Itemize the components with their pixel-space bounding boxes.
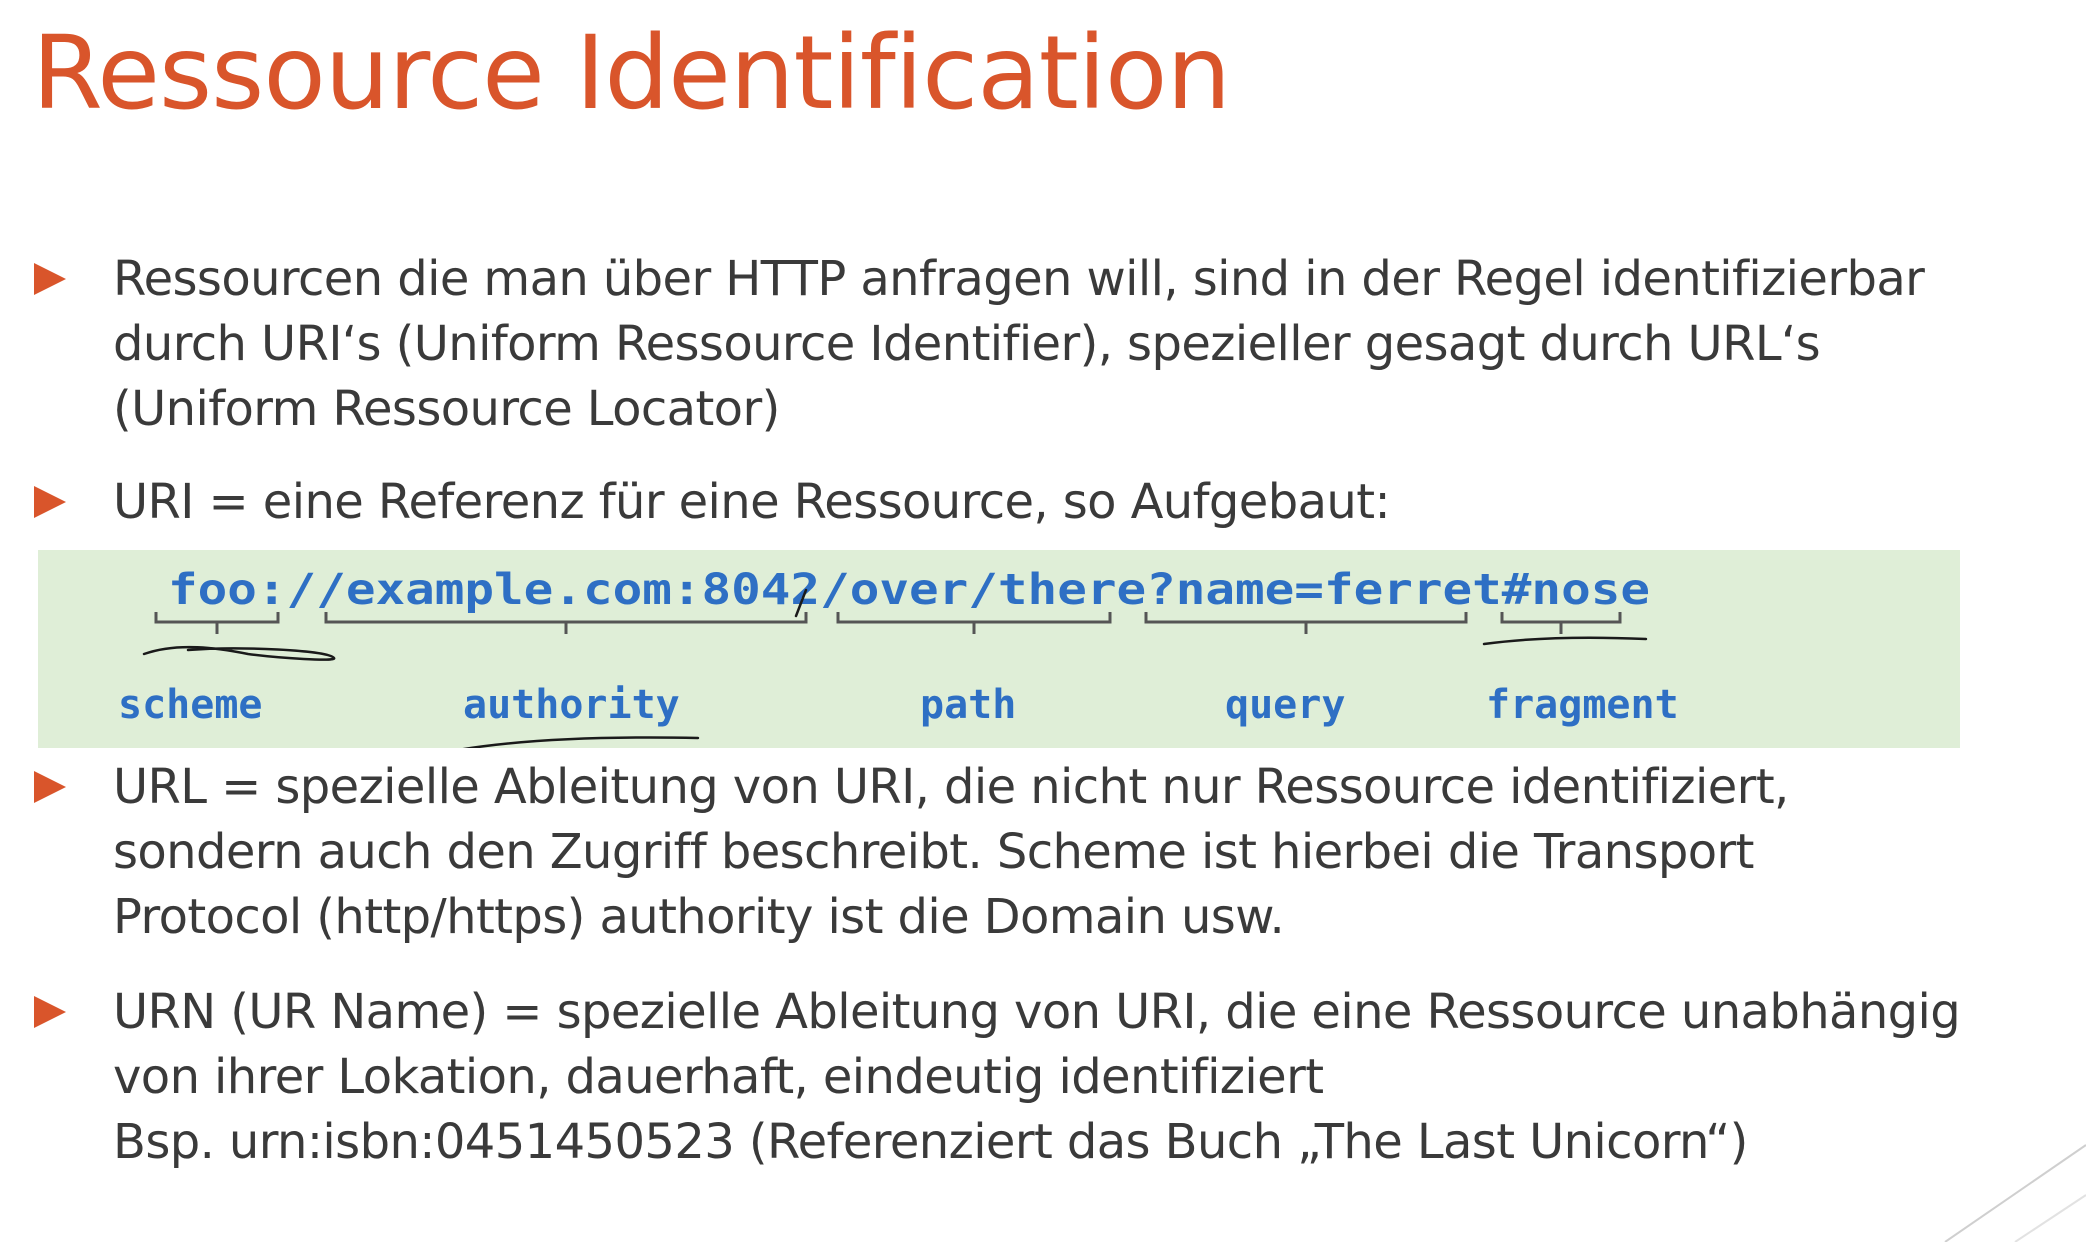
bullet-line: sondern auch den Zugriff beschreibt. Sch…: [113, 824, 1754, 880]
bullet-text: Ressourcen die man über HTTP anfragen wi…: [113, 247, 1925, 442]
bracket-query: [1144, 612, 1468, 634]
uri-diagram-svg: foo://example.com:8042/over/there?name=f…: [118, 565, 1679, 748]
decorative-corner-lines: [1944, 1144, 2086, 1242]
bullet-arrow-icon: [34, 263, 66, 295]
handwritten-underline-scheme: [142, 645, 336, 661]
uri-part-label: authority: [463, 682, 680, 728]
bullet-line: durch URI‘s (Uniform Ressource Identifie…: [113, 316, 1821, 372]
bracket-fragment: [1500, 612, 1622, 634]
bullet-arrow-icon: [34, 486, 66, 518]
uri-part-label: scheme: [118, 682, 263, 728]
bullet-line: Protocol (http/https) authority ist die …: [113, 889, 1285, 945]
bullet-line: URI = eine Referenz für eine Ressource, …: [113, 474, 1391, 530]
bullet-line: Ressourcen die man über HTTP anfragen wi…: [113, 251, 1925, 307]
uri-structure-diagram: foo://example.com:8042/over/there?name=f…: [38, 550, 1960, 748]
bullet-arrow-icon: [34, 996, 66, 1028]
bullet-text: URL = spezielle Ableitung von URI, die n…: [113, 755, 1789, 950]
handwritten-underline-authority: [462, 736, 700, 748]
bullet-line: von ihrer Lokation, dauerhaft, eindeutig…: [113, 1049, 1324, 1105]
bullet-line: URN (UR Name) = spezielle Ableitung von …: [113, 984, 1961, 1040]
handwritten-underline-fragment: [1482, 636, 1648, 646]
bullet-line: URL = spezielle Ableitung von URI, die n…: [113, 759, 1789, 815]
uri-part-label: fragment: [1486, 682, 1679, 728]
bullet-line: (Uniform Ressource Locator): [113, 381, 780, 437]
uri-brackets: [154, 612, 1622, 634]
slide-title: Ressource Identification: [32, 14, 1231, 133]
uri-part-label: path: [920, 682, 1016, 728]
bullet-text: URN (UR Name) = spezielle Ableitung von …: [113, 980, 1961, 1175]
uri-part-label: query: [1225, 682, 1345, 728]
bracket-authority: [324, 612, 808, 634]
bullet-line: Bsp. urn:isbn:0451450523 (Referenziert d…: [113, 1114, 1748, 1170]
bracket-scheme: [154, 612, 280, 634]
bullet-arrow-icon: [34, 771, 66, 803]
uri-example-text: foo://example.com:8042/over/there?name=f…: [168, 565, 1650, 615]
bracket-path: [836, 612, 1112, 634]
bullet-text: URI = eine Referenz für eine Ressource, …: [113, 470, 1391, 535]
